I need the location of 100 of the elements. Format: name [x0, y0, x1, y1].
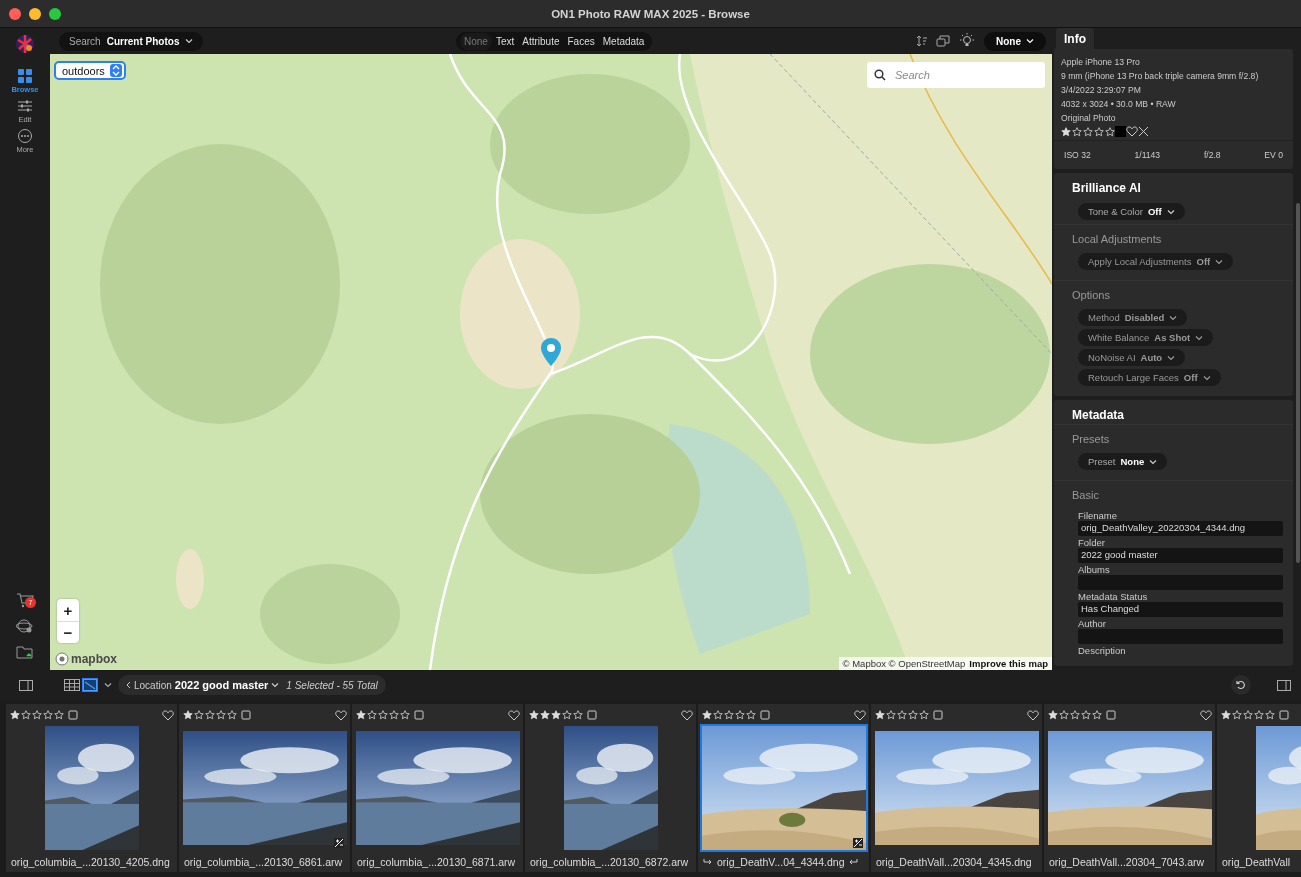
grid-view-button[interactable]	[63, 678, 81, 692]
arrow-right-icon	[703, 858, 713, 866]
zoom-out-button[interactable]: −	[57, 621, 79, 643]
globe-icon[interactable]	[16, 618, 34, 634]
minimize-button[interactable]	[29, 7, 41, 20]
chevron-icon	[1167, 354, 1176, 361]
star-icon	[746, 710, 756, 720]
search-field[interactable]: Search	[867, 62, 1045, 88]
filter-tab[interactable]: None	[460, 32, 492, 50]
heart-icon[interactable]	[1200, 709, 1212, 721]
checkbox-icon[interactable]	[933, 710, 943, 720]
chevron-icon	[1026, 38, 1034, 44]
dropdown-pill[interactable]: Preset None	[1078, 453, 1168, 470]
map-style-select[interactable]: outdoors	[54, 61, 126, 80]
dropdown-pill[interactable]: Tone & Color Off	[1078, 203, 1185, 220]
improve-map-link[interactable]: Improve this map	[969, 658, 1048, 669]
exif-value: 1/1143	[1134, 149, 1161, 162]
thumbnail-card[interactable]: orig_DeathVall...20304_4345.dng	[871, 704, 1042, 872]
panel-toggle-icon[interactable]	[19, 679, 33, 691]
field-label: Description	[1078, 645, 1127, 656]
star-icon	[875, 710, 885, 720]
dropdown-pill[interactable]: NoNoise AI Auto	[1078, 349, 1186, 366]
chevron-icon	[1149, 458, 1158, 465]
thumbnail-card[interactable]: orig_DeathV...04_4344.dng	[698, 704, 869, 872]
dropdown-pill[interactable]: Method Disabled	[1078, 309, 1188, 326]
checkbox-icon[interactable]	[760, 710, 770, 720]
checkbox-icon[interactable]	[1106, 710, 1116, 720]
star-icon	[1265, 710, 1275, 720]
heart-icon[interactable]	[1027, 709, 1039, 721]
star-icon	[216, 710, 226, 720]
thumbnail-card[interactable]: orig_DeathVall	[1217, 704, 1301, 872]
thumbnail-card[interactable]: orig_columbia_...20130_6872.arw	[525, 704, 696, 872]
back-chevron-icon	[126, 681, 131, 689]
star-icon	[529, 710, 539, 720]
filter-tab[interactable]: Attribute	[518, 32, 564, 50]
heart-icon[interactable]	[854, 709, 866, 721]
file-name: orig_DeathVall...20304_4345.dng	[876, 856, 1032, 868]
filter-tab[interactable]: Text	[491, 32, 519, 50]
text-field[interactable]: 2022 good master	[1078, 548, 1283, 563]
filter-tab[interactable]: Metadata	[598, 32, 649, 50]
info-text: Original Photo	[1061, 112, 1117, 125]
filter-tab[interactable]: Faces	[563, 32, 599, 50]
exif-value: ISO 32	[1064, 149, 1091, 162]
heart-icon[interactable]	[1126, 126, 1138, 137]
star-icon	[886, 710, 896, 720]
star-icon	[10, 710, 20, 720]
section-title: Brilliance AI	[1071, 180, 1142, 197]
thumbnail-card[interactable]: orig_columbia_...20130_4205.dng	[6, 704, 177, 872]
section-heading: Presets	[1071, 432, 1111, 447]
search-scope-dropdown[interactable]: Search Current Photos	[59, 31, 204, 51]
file-name: orig_DeathV...04_4344.dng	[717, 856, 845, 868]
heart-icon[interactable]	[335, 709, 347, 721]
text-field[interactable]: orig_DeathValley_20220304_4344.dng	[1078, 521, 1283, 536]
mapbox-logo: mapbox	[71, 652, 117, 666]
checkbox-icon[interactable]	[587, 710, 597, 720]
sort-icon[interactable]	[916, 35, 928, 47]
field-label: Folder	[1078, 537, 1106, 548]
checkbox-icon[interactable]	[241, 710, 251, 720]
chevron-icon	[1169, 314, 1178, 321]
thumbnail-card[interactable]: orig_columbia_...20130_6871.arw	[352, 704, 523, 872]
reject-icon[interactable]	[1138, 126, 1149, 137]
refresh-icon[interactable]	[1231, 675, 1251, 695]
section-heading: Basic	[1071, 488, 1100, 503]
info-text: 4032 x 3024 • 30.0 MB • RAW	[1061, 98, 1177, 111]
thumbnail-card[interactable]: orig_DeathVall...20304_7043.arw	[1044, 704, 1215, 872]
color-label-icon[interactable]	[1115, 126, 1126, 137]
location-dropdown[interactable]: Location 2022 good master	[126, 679, 280, 691]
heart-icon[interactable]	[508, 709, 520, 721]
text-field[interactable]: Has Changed	[1078, 602, 1283, 617]
checkbox-icon[interactable]	[68, 710, 78, 720]
dropdown-pill[interactable]: White Balance As Shot	[1078, 329, 1214, 346]
star-icon	[389, 710, 399, 720]
zoom-in-button[interactable]: +	[57, 599, 79, 621]
dropdown-pill[interactable]: Apply Local Adjustments Off	[1078, 253, 1234, 270]
heart-icon[interactable]	[162, 709, 174, 721]
map-view-button[interactable]	[82, 678, 98, 692]
sort-dropdown[interactable]: None	[984, 31, 1046, 51]
file-name: orig_columbia_...20130_6872.arw	[530, 856, 689, 868]
panel-tab[interactable]: Info	[1056, 28, 1094, 49]
folder-icon[interactable]	[16, 644, 34, 660]
close-button[interactable]	[9, 7, 21, 20]
thumbnail-card[interactable]: orig_columbia_...20130_6861.arw	[179, 704, 350, 872]
chevron-icon	[104, 682, 112, 688]
field-label: Albums	[1078, 564, 1111, 575]
panel-toggle-icon[interactable]	[1277, 679, 1291, 691]
stack-icon[interactable]	[936, 35, 950, 47]
checkbox-icon[interactable]	[1279, 710, 1289, 720]
star-icon	[897, 710, 907, 720]
window-title: ON1 Photo RAW MAX 2025 - Browse	[551, 7, 750, 20]
star-icon	[205, 710, 215, 720]
checkbox-icon[interactable]	[414, 710, 424, 720]
file-name: orig_columbia_...20130_6871.arw	[357, 856, 516, 868]
heart-icon[interactable]	[681, 709, 693, 721]
file-name: orig_DeathVall	[1222, 856, 1291, 868]
app-logo-icon	[15, 34, 35, 54]
file-name: orig_columbia_...20130_4205.dng	[11, 856, 170, 868]
dropdown-pill[interactable]: Retouch Large Faces Off	[1078, 369, 1221, 386]
star-icon	[573, 710, 583, 720]
zoom-button[interactable]	[49, 7, 61, 20]
star-icon	[724, 710, 734, 720]
